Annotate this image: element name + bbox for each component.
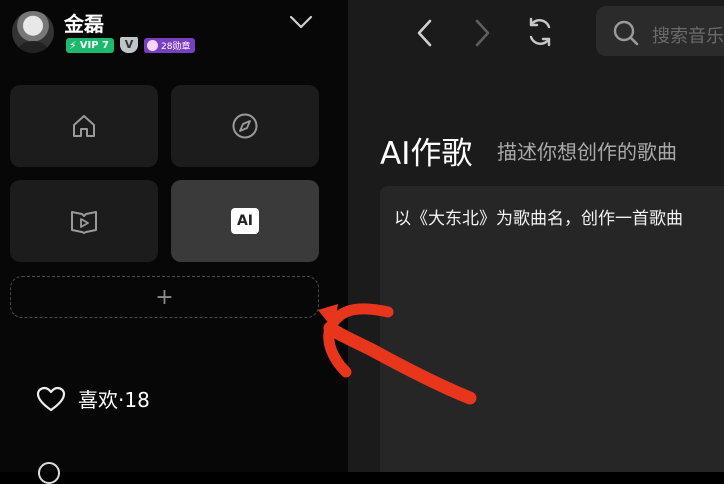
search-icon [613,20,639,46]
user-badges: ⚡ VIP 7 V 28勋章 [66,37,196,53]
prompt-text[interactable]: 以《大东北》为歌曲名，创作一首歌曲 [394,204,724,229]
sidebar-item-likes[interactable]: 喜欢·18 [36,384,150,413]
medal-badge-label: 28勋章 [160,41,191,52]
forward-arrow-icon[interactable] [470,18,494,48]
vip-badge[interactable]: ⚡ VIP 7 [66,37,114,53]
ai-icon: AI [231,208,259,234]
discover-tile[interactable] [171,85,319,167]
chevron-down-icon[interactable] [289,14,313,30]
vip-badge-label: VIP 7 [79,39,109,51]
refresh-icon[interactable] [525,16,555,48]
home-tile[interactable] [10,85,158,167]
medal-icon [146,39,158,51]
compass-icon [232,113,258,139]
avatar[interactable] [12,11,54,53]
heart-icon [36,386,66,411]
back-arrow-icon[interactable] [413,18,437,48]
shield-badge-icon[interactable]: V [119,37,138,53]
ai-tile[interactable]: AI [171,180,319,262]
video-book-icon [71,211,97,234]
username[interactable]: 金磊 [64,8,104,37]
search-placeholder[interactable]: 搜索音乐 [652,22,724,48]
add-tile-button[interactable]: + [10,276,319,318]
page-subtitle: 描述你想创作的歌曲 [497,140,677,164]
lightning-icon: ⚡ [69,38,77,52]
likes-label: 喜欢·18 [78,388,150,412]
home-icon [73,115,95,137]
page-title: AI作歌 [380,136,473,172]
clock-icon[interactable] [38,462,60,484]
video-tile[interactable] [10,180,158,262]
medal-badge[interactable]: 28勋章 [143,37,196,53]
